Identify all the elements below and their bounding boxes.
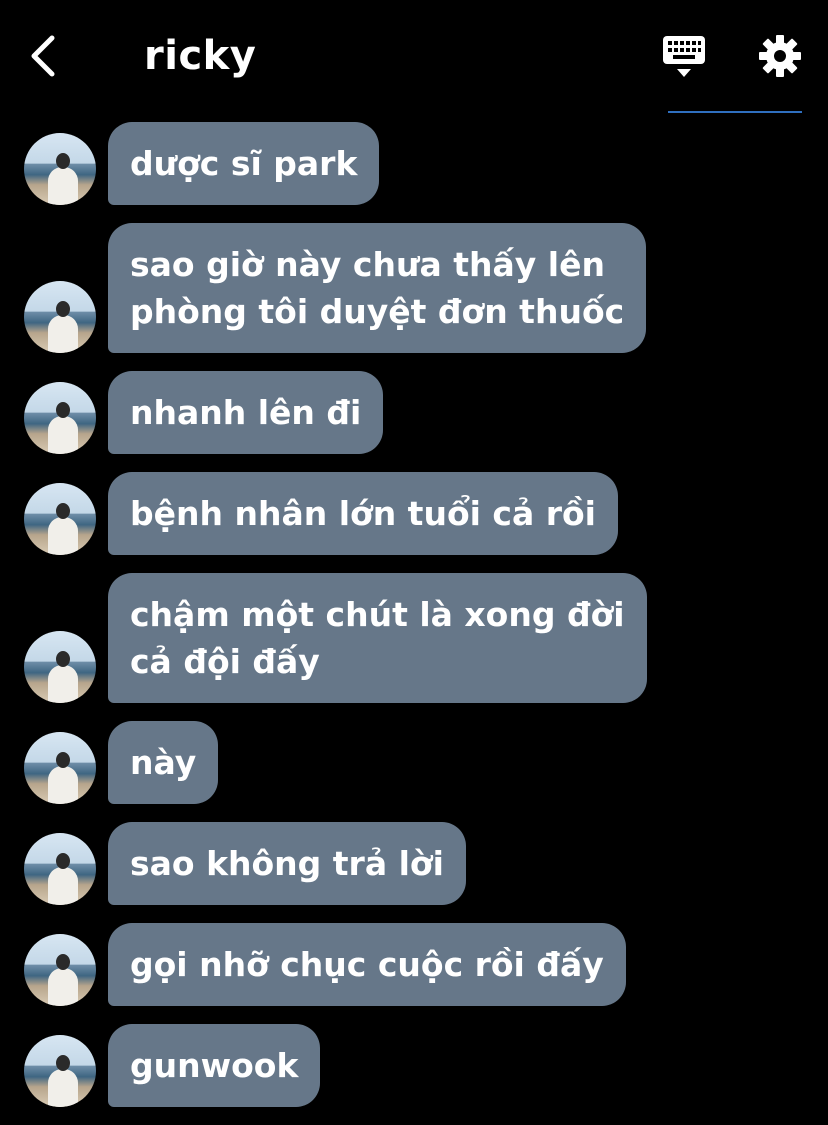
chevron-left-icon: [31, 35, 55, 77]
message-bubble[interactable]: bệnh nhân lớn tuổi cả rồi: [108, 472, 618, 555]
message-text-line: này: [130, 743, 197, 782]
avatar[interactable]: [24, 732, 96, 804]
avatar[interactable]: [24, 934, 96, 1006]
keyboard-button[interactable]: [660, 34, 708, 80]
chat-header: ricky: [0, 0, 828, 113]
message-bubble[interactable]: này: [108, 721, 219, 804]
message-bubble[interactable]: gunwook: [108, 1024, 321, 1107]
message-bubble[interactable]: sao không trả lời: [108, 822, 466, 905]
message-bubble[interactable]: nhanh lên đi: [108, 371, 384, 454]
gear-icon: [759, 35, 801, 77]
settings-button[interactable]: [756, 32, 804, 80]
message-text-line: phòng tôi duyệt đơn thuốc: [130, 292, 625, 331]
message-row: nhanh lên đi: [0, 371, 828, 454]
chat-title: ricky: [144, 33, 257, 79]
header-accent-divider: [668, 111, 802, 113]
message-row: sao không trả lời: [0, 822, 828, 905]
avatar[interactable]: [24, 382, 96, 454]
message-text-line: dược sĩ park: [130, 144, 358, 183]
message-text-line: bệnh nhân lớn tuổi cả rồi: [130, 494, 596, 533]
message-text-line: gunwook: [130, 1046, 299, 1085]
message-row: gọi nhỡ chục cuộc rồi đấy: [0, 923, 828, 1006]
avatar[interactable]: [24, 281, 96, 353]
avatar[interactable]: [24, 1035, 96, 1107]
message-text-line: sao không trả lời: [130, 844, 444, 883]
keyboard-icon: [663, 36, 705, 77]
message-bubble[interactable]: dược sĩ park: [108, 122, 380, 205]
message-row: chậm một chút là xong đời cả đội đấy: [0, 573, 828, 703]
message-row: gunwook: [0, 1024, 828, 1107]
back-button[interactable]: [24, 30, 68, 82]
message-text-line: nhanh lên đi: [130, 393, 362, 432]
avatar[interactable]: [24, 133, 96, 205]
message-text-line: sao giờ này chưa thấy lên: [130, 245, 605, 284]
message-row: dược sĩ park: [0, 122, 828, 205]
message-text-line: cả đội đấy: [130, 642, 320, 681]
message-text-line: gọi nhỡ chục cuộc rồi đấy: [130, 945, 604, 984]
avatar[interactable]: [24, 631, 96, 703]
message-bubble[interactable]: gọi nhỡ chục cuộc rồi đấy: [108, 923, 626, 1006]
message-row: bệnh nhân lớn tuổi cả rồi: [0, 472, 828, 555]
message-row: này: [0, 721, 828, 804]
message-bubble[interactable]: chậm một chút là xong đời cả đội đấy: [108, 573, 647, 703]
avatar[interactable]: [24, 833, 96, 905]
message-row: sao giờ này chưa thấy lên phòng tôi duyệ…: [0, 223, 828, 353]
avatar[interactable]: [24, 483, 96, 555]
message-text-line: chậm một chút là xong đời: [130, 595, 625, 634]
message-list: dược sĩ park sao giờ này chưa thấy lên p…: [0, 122, 828, 1125]
message-bubble[interactable]: sao giờ này chưa thấy lên phòng tôi duyệ…: [108, 223, 647, 353]
